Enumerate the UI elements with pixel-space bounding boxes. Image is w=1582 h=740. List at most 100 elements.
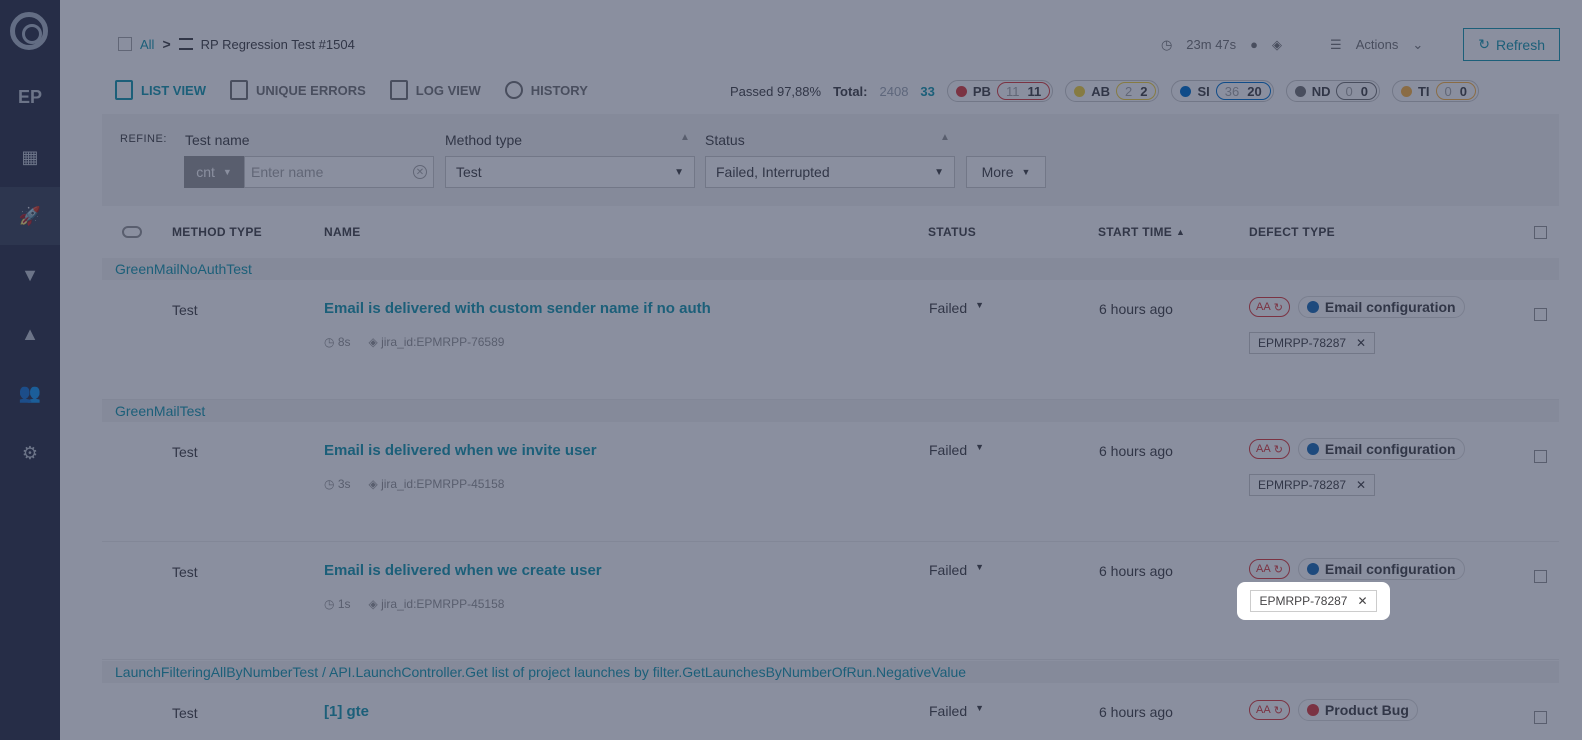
defect-total: 11: [1005, 83, 1020, 99]
defect-code: ND: [1311, 83, 1331, 99]
launch-icon: [178, 38, 193, 50]
attribute[interactable]: ◈ jira_id:EPMRPP-45158: [369, 477, 505, 491]
breadcrumb-all[interactable]: All: [140, 37, 154, 52]
filters-icon[interactable]: ▼: [0, 246, 60, 304]
name-input[interactable]: Enter name ✕: [244, 156, 434, 188]
clear-icon[interactable]: ✕: [413, 165, 427, 179]
condition-select[interactable]: cnt ▼: [184, 156, 244, 188]
row-checkbox[interactable]: [1534, 711, 1547, 724]
header-name[interactable]: NAME: [324, 225, 361, 239]
defect-total: 36: [1224, 83, 1240, 99]
auto-analyzed-badge: AA ↻: [1249, 700, 1290, 720]
status-dropdown[interactable]: Failed ▼: [929, 703, 984, 719]
defect-count: 11 11: [996, 82, 1051, 100]
actions-button[interactable]: Actions: [1356, 37, 1399, 52]
toggle-icon[interactable]: [122, 226, 142, 238]
issue-tag[interactable]: EPMRPP-78287 ✕: [1249, 332, 1376, 354]
defect-type-tag[interactable]: Email configuration: [1297, 438, 1465, 460]
refresh-button[interactable]: ↻ Refresh: [1463, 28, 1560, 61]
breadcrumb-launch[interactable]: RP Regression Test #1504: [201, 37, 355, 52]
test-meta: ◷ 1s ◈ jira_id:EPMRPP-45158: [324, 597, 504, 611]
defect-filtered: 2: [1140, 83, 1148, 99]
issue-id[interactable]: EPMRPP-78287: [1258, 336, 1346, 350]
test-name-link[interactable]: Email is delivered with custom sender na…: [324, 300, 711, 317]
app-logo-icon[interactable]: [10, 12, 48, 50]
header-status[interactable]: STATUS: [928, 225, 976, 239]
row-checkbox[interactable]: [1534, 570, 1547, 583]
settings-icon[interactable]: ⚙: [0, 424, 60, 482]
attribute[interactable]: ◈ jira_id:EPMRPP-45158: [369, 597, 505, 611]
collapse-icon[interactable]: ▲: [680, 132, 690, 143]
defect-type-tag[interactable]: Email configuration: [1297, 296, 1465, 318]
more-filters-button[interactable]: More ▼: [966, 156, 1046, 188]
attribute[interactable]: ◈ jira_id:EPMRPP-76589: [369, 335, 505, 349]
refresh-icon: ↻: [1478, 36, 1490, 52]
status-select[interactable]: Failed, Interrupted ▼: [705, 156, 955, 188]
status-dropdown[interactable]: Failed ▼: [929, 442, 984, 458]
total-filtered[interactable]: 33: [920, 84, 934, 99]
status-dropdown[interactable]: Failed ▼: [929, 300, 984, 316]
defect-count: 36 20: [1215, 82, 1271, 100]
pb-dot: [955, 85, 967, 97]
tab-unique-errors[interactable]: UNIQUE ERRORS: [230, 80, 366, 100]
launches-icon[interactable]: 🚀: [0, 187, 60, 245]
caret-down-icon: ▼: [975, 442, 985, 452]
issue-tag[interactable]: EPMRPP-78287 ✕: [1249, 474, 1376, 496]
method-type-select[interactable]: Test ▼: [445, 156, 695, 188]
defect-code: SI: [1197, 83, 1210, 99]
launch-duration: 23m 47s: [1186, 37, 1237, 52]
tab-label: UNIQUE ERRORS: [256, 82, 366, 98]
chevron-down-icon[interactable]: ⌄: [1412, 37, 1423, 53]
header-method-type[interactable]: METHOD TYPE: [172, 225, 262, 239]
dashboards-icon[interactable]: ▦: [0, 128, 60, 186]
test-name-link[interactable]: [1] gte: [324, 703, 369, 720]
row-checkbox[interactable]: [1534, 308, 1547, 321]
start-time: 6 hours ago: [1099, 704, 1173, 720]
collapse-icon[interactable]: ▲: [940, 132, 950, 143]
more-label: More: [981, 164, 1014, 180]
issue-id[interactable]: EPMRPP-78287: [1258, 478, 1346, 492]
start-time: 6 hours ago: [1099, 301, 1173, 317]
group-row[interactable]: LaunchFilteringAllByNumberTest / API.Lau…: [102, 661, 1559, 683]
close-icon[interactable]: ✕: [1356, 336, 1366, 350]
duration: ◷ 1s: [324, 597, 351, 611]
status-dropdown[interactable]: Failed ▼: [929, 562, 984, 578]
debug-icon[interactable]: ▲: [0, 305, 60, 363]
header-start-time[interactable]: START TIME: [1098, 225, 1172, 239]
aa-label: AA: [1256, 704, 1271, 716]
total-value[interactable]: 2408: [880, 84, 909, 99]
defect-type-tag[interactable]: Email configuration: [1297, 558, 1465, 580]
select-all-checkbox[interactable]: [1534, 225, 1547, 239]
members-icon[interactable]: 👥: [0, 364, 60, 422]
defect-badge-ti[interactable]: TI 00: [1391, 80, 1479, 102]
defect-code: PB: [972, 83, 991, 99]
issue-id[interactable]: EPMRPP-78287: [1259, 594, 1347, 608]
test-name-link[interactable]: Email is delivered when we invite user: [324, 442, 597, 459]
sync-icon: ↻: [1273, 563, 1283, 576]
close-icon[interactable]: ✕: [1356, 478, 1366, 492]
attribute-value: jira_id:EPMRPP-45158: [381, 477, 505, 491]
row-checkbox[interactable]: [1534, 450, 1547, 463]
test-name-link[interactable]: Email is delivered when we create user: [324, 562, 602, 579]
defect-badge-nd[interactable]: ND 00: [1285, 80, 1380, 102]
view-tabs: LIST VIEW UNIQUE ERRORS LOG VIEW HISTORY: [115, 80, 588, 100]
auto-analyzed-badge: AA ↻: [1249, 559, 1290, 579]
sidebar: EP ▦ 🚀 ▼ ▲ 👥 ⚙: [0, 0, 60, 740]
defect-badge-ab[interactable]: AB 22: [1065, 80, 1160, 102]
defect-badge-pb[interactable]: PB 11 11: [946, 80, 1054, 102]
defect-filtered: 0: [1360, 83, 1368, 99]
caret-down-icon: ▼: [975, 562, 985, 572]
tab-history[interactable]: HISTORY: [504, 80, 588, 100]
defect-type-tag[interactable]: Product Bug: [1297, 699, 1418, 721]
menu-icon[interactable]: ☰: [1330, 37, 1342, 53]
header-defect-type[interactable]: DEFECT TYPE: [1249, 225, 1335, 239]
group-row[interactable]: GreenMailTest: [102, 400, 1559, 422]
tab-list-view[interactable]: LIST VIEW: [115, 80, 206, 100]
tab-log-view[interactable]: LOG VIEW: [389, 80, 481, 100]
project-selector[interactable]: EP: [0, 68, 60, 126]
close-icon[interactable]: ✕: [1357, 594, 1367, 608]
attribute-value: jira_id:EPMRPP-76589: [381, 335, 505, 349]
issue-tag[interactable]: EPMRPP-78287 ✕: [1250, 590, 1377, 612]
defect-badge-si[interactable]: SI 36 20: [1171, 80, 1274, 102]
group-row[interactable]: GreenMailNoAuthTest: [102, 258, 1559, 280]
